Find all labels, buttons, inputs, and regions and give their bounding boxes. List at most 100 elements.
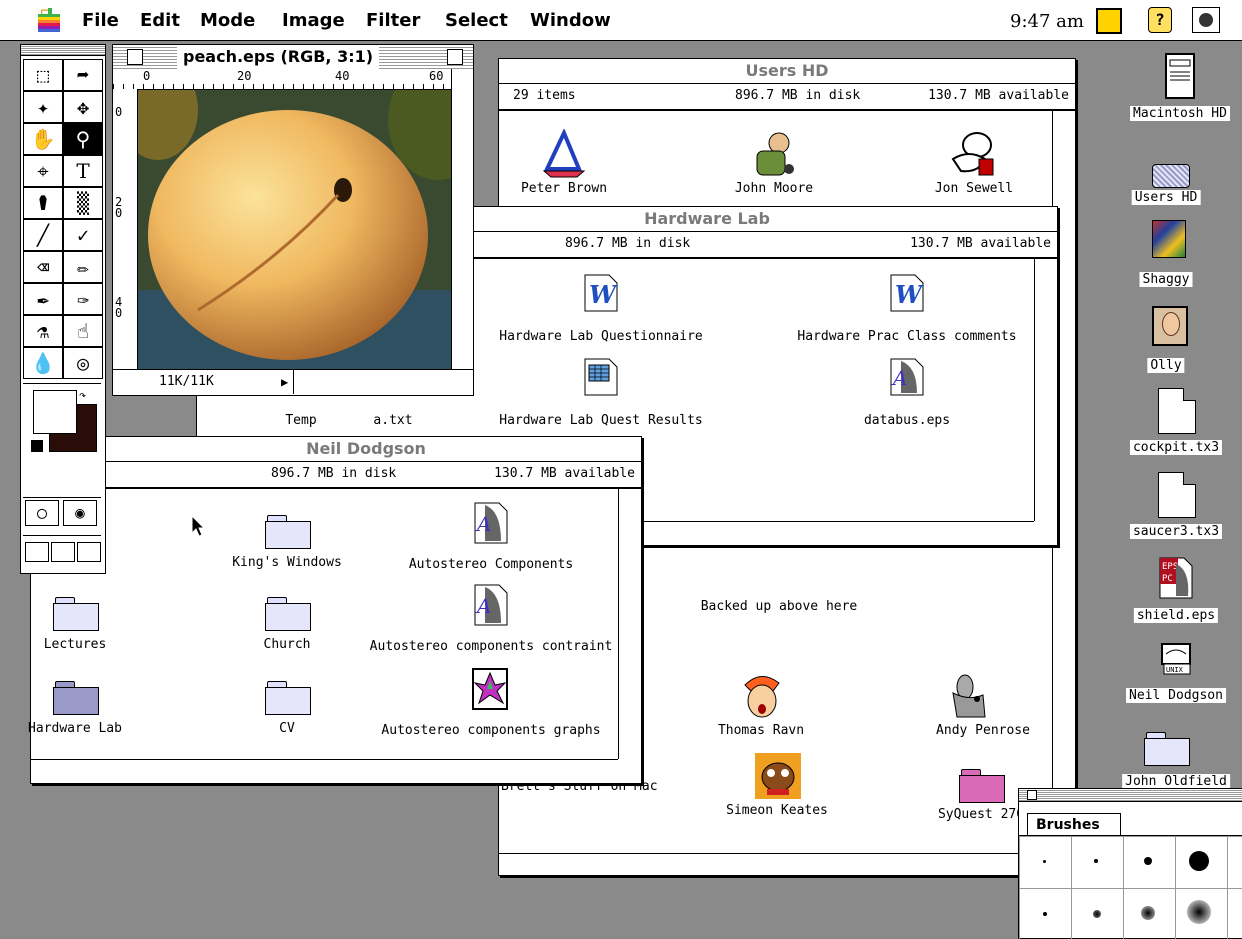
- icon-label: a.txt: [373, 413, 413, 428]
- available-space: 130.7 MB available: [928, 88, 1069, 103]
- svg-text:W: W: [895, 280, 924, 309]
- icon-label: Autostereo components contraint: [369, 639, 613, 654]
- horizontal-scrollbar[interactable]: [31, 759, 618, 782]
- help-icon[interactable]: ?: [1148, 7, 1172, 33]
- icon-label: Jon Sewell: [934, 181, 1014, 196]
- paint-bucket-tool-icon[interactable]: ⚰: [23, 187, 63, 219]
- eyedropper-tool-icon[interactable]: ✓: [63, 219, 103, 251]
- type-tool-icon[interactable]: T: [63, 155, 103, 187]
- window-title[interactable]: Neil Dodgson: [31, 437, 641, 462]
- status-arrow-icon[interactable]: ▶: [281, 375, 288, 389]
- menu-edit[interactable]: Edit: [140, 10, 180, 31]
- marquee-tool-icon[interactable]: ⬚: [23, 59, 63, 91]
- hand-tool-icon[interactable]: ✋: [23, 123, 63, 155]
- full-screen-icon[interactable]: [77, 542, 101, 562]
- icon-label: CV: [279, 721, 295, 736]
- full-screen-menubar-icon[interactable]: [51, 542, 75, 562]
- svg-text:PC: PC: [1162, 574, 1173, 584]
- standard-screen-icon[interactable]: [25, 542, 49, 562]
- horizontal-scrollbar[interactable]: [293, 370, 454, 394]
- line-tool-icon[interactable]: ╱: [23, 219, 63, 251]
- icon-label: shield.eps: [1133, 608, 1219, 623]
- apple-logo-icon[interactable]: [38, 8, 60, 32]
- brush-grid[interactable]: [1019, 835, 1242, 939]
- menu-file[interactable]: File: [82, 10, 119, 31]
- brush-tip[interactable]: [1187, 900, 1211, 924]
- application-icon[interactable]: [1192, 7, 1220, 33]
- airbrush-tool-icon[interactable]: ✒: [23, 283, 63, 315]
- vertical-scrollbar[interactable]: [618, 489, 641, 759]
- monitors-icon[interactable]: [1096, 8, 1122, 34]
- ruler-label: 2 0: [115, 195, 123, 220]
- pencil-tool-icon[interactable]: ✏: [63, 251, 103, 283]
- svg-text:A: A: [891, 366, 907, 390]
- crop-tool-icon[interactable]: ⌖: [23, 155, 63, 187]
- gradient-tool-icon[interactable]: ▒: [63, 187, 103, 219]
- menu-image[interactable]: Image: [282, 10, 345, 31]
- close-box-icon[interactable]: [1027, 790, 1037, 800]
- brush-tip[interactable]: [1141, 906, 1155, 920]
- brush-tip[interactable]: [1093, 910, 1101, 918]
- icon-label: John Moore: [734, 181, 814, 196]
- disk-usage: 896.7 MB in disk: [565, 236, 691, 251]
- move-tool-icon[interactable]: ✥: [63, 91, 103, 123]
- folder-icon: [959, 769, 1005, 803]
- horizontal-scrollbar[interactable]: [499, 853, 1052, 876]
- disk-usage: 896.7 MB in disk: [735, 88, 861, 103]
- document-icon: [1158, 388, 1196, 434]
- rubber-stamp-tool-icon[interactable]: ⚗: [23, 315, 63, 347]
- menu-window[interactable]: Window: [530, 10, 611, 31]
- magic-wand-tool-icon[interactable]: ✦: [23, 91, 63, 123]
- standard-mode-icon[interactable]: ◯: [25, 500, 59, 526]
- window-title: peach.eps (RGB, 3:1): [177, 45, 380, 69]
- tab-brushes[interactable]: Brushes: [1027, 813, 1121, 836]
- dodge-tool-icon[interactable]: ◎: [63, 347, 103, 379]
- icon-label: Olly: [1147, 358, 1185, 373]
- vertical-scrollbar[interactable]: [451, 69, 473, 369]
- icon-label: Simeon Keates: [726, 803, 828, 818]
- brush-tip[interactable]: [1043, 860, 1046, 863]
- icon-label: Peter Brown: [520, 181, 608, 196]
- icon-label: Hardware Lab Questionnaire: [499, 329, 703, 344]
- window-info-bar: 29 items 896.7 MB in disk 130.7 MB avail…: [499, 83, 1075, 111]
- blur-tool-icon[interactable]: 💧: [23, 347, 63, 379]
- icon-label: Thomas Ravn: [717, 723, 805, 738]
- lasso-tool-icon[interactable]: ➦: [63, 59, 103, 91]
- menu-select[interactable]: Select: [445, 10, 508, 31]
- icon-label: John Oldfield: [1122, 774, 1230, 789]
- peach-image[interactable]: [138, 90, 451, 369]
- icon-label: Church: [263, 637, 311, 652]
- menu-filter[interactable]: Filter: [366, 10, 420, 31]
- vertical-scrollbar[interactable]: [1034, 259, 1057, 521]
- brush-tip[interactable]: [1043, 912, 1047, 916]
- brush-tip[interactable]: [1189, 851, 1209, 871]
- window-title[interactable]: Users HD: [499, 59, 1075, 84]
- disk-usage: 896.7 MB in disk: [271, 466, 397, 481]
- foreground-color-swatch[interactable]: [33, 390, 77, 434]
- brushes-palette: Brushes: [1018, 788, 1242, 939]
- icon-label: Hardware Lab Quest Results: [499, 413, 703, 428]
- icon-label: SyQuest 270: [937, 807, 1025, 822]
- zoom-tool-icon[interactable]: ⚲: [63, 123, 103, 155]
- palette-drag-bar[interactable]: [21, 45, 105, 56]
- folder-icon: [53, 597, 99, 631]
- document-icon: [1158, 472, 1196, 518]
- default-colors-icon[interactable]: [31, 440, 43, 452]
- brush-tool-icon[interactable]: ✑: [63, 283, 103, 315]
- brush-tip[interactable]: [1094, 859, 1098, 863]
- palette-drag-bar[interactable]: [1019, 789, 1242, 802]
- memory-status[interactable]: 11K/11K: [159, 374, 214, 389]
- close-box-icon[interactable]: [127, 49, 143, 65]
- clock[interactable]: 9:47 am: [1010, 11, 1084, 32]
- ruler-label: 60: [429, 69, 444, 83]
- eraser-tool-icon[interactable]: ⌫: [23, 251, 63, 283]
- smudge-tool-icon[interactable]: ☝: [63, 315, 103, 347]
- svg-text:W: W: [589, 280, 618, 309]
- window-title-bar[interactable]: peach.eps (RGB, 3:1): [113, 45, 473, 70]
- color-swatches[interactable]: ↷: [23, 383, 101, 464]
- swap-colors-icon[interactable]: ↷: [79, 388, 86, 402]
- quick-mask-mode-icon[interactable]: ◉: [63, 500, 97, 526]
- menu-mode[interactable]: Mode: [200, 10, 255, 31]
- zoom-box-icon[interactable]: [447, 49, 463, 65]
- brush-tip[interactable]: [1144, 857, 1152, 865]
